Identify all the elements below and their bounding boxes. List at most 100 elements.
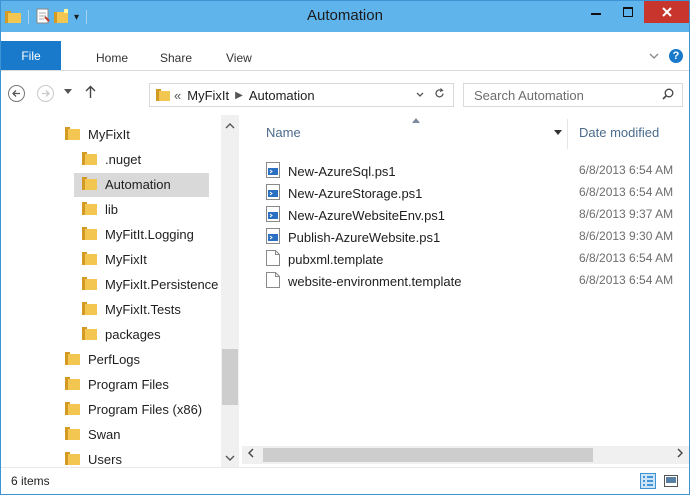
- ribbon-controls: ?: [649, 48, 683, 63]
- search-input[interactable]: Search Automation: [463, 83, 683, 107]
- expand-ribbon-icon[interactable]: [649, 48, 659, 63]
- folder-icon: [82, 176, 97, 193]
- tree-item[interactable]: Swan: [65, 423, 121, 445]
- powershell-script-icon: [266, 161, 280, 181]
- column-header-date-modified[interactable]: Date modified: [579, 125, 659, 140]
- tab-share[interactable]: Share: [160, 51, 192, 65]
- close-icon: [661, 7, 672, 17]
- folder-icon: [82, 251, 97, 268]
- breadcrumb: « MyFixIt ▶ Automation: [150, 88, 416, 103]
- folder-icon: [65, 426, 80, 443]
- maximize-button[interactable]: [613, 1, 643, 23]
- navigation-pane-scrollbar[interactable]: [221, 115, 239, 467]
- file-row[interactable]: New-AzureSql.ps1: [266, 160, 396, 182]
- folder-icon: [65, 401, 80, 418]
- file-row[interactable]: website-environment.template: [266, 270, 461, 292]
- file-date-modified: 8/6/2013 9:37 AM: [579, 207, 674, 221]
- large-icons-view-button[interactable]: [663, 473, 679, 489]
- tree-item[interactable]: Automation: [74, 173, 209, 197]
- tree-item-label: MyFitIt.Logging: [105, 226, 194, 242]
- tree-item-label: PerfLogs: [88, 351, 141, 367]
- tree-item[interactable]: MyFixIt: [65, 123, 130, 145]
- file-row[interactable]: Publish-AzureWebsite.ps1: [266, 226, 440, 248]
- back-button[interactable]: [8, 85, 25, 102]
- up-arrow-icon: [85, 85, 96, 98]
- tab-home[interactable]: Home: [96, 51, 128, 65]
- tree-item[interactable]: Program Files: [65, 373, 169, 395]
- breadcrumb-chevron-icon[interactable]: ▶: [235, 90, 243, 101]
- help-button[interactable]: ?: [669, 48, 683, 63]
- tree-item-label: MyFixIt: [105, 251, 147, 267]
- file-date-modified: 6/8/2013 6:54 AM: [579, 251, 674, 265]
- file-date-modified: 6/8/2013 6:54 AM: [579, 163, 674, 177]
- blank-file-icon: [266, 271, 280, 291]
- folder-icon: [82, 226, 97, 243]
- close-button[interactable]: [644, 1, 689, 23]
- folder-icon: [82, 276, 97, 293]
- forward-arrow-icon: [42, 90, 50, 97]
- blank-file-icon: [266, 249, 280, 269]
- tree-item[interactable]: Program Files (x86): [65, 398, 202, 420]
- explorer-window: ▾ Automation File Home Share View ? « My…: [0, 0, 690, 495]
- scroll-down-icon[interactable]: [225, 453, 235, 464]
- folder-icon: [82, 201, 97, 218]
- up-button[interactable]: [85, 85, 96, 101]
- tab-view[interactable]: View: [226, 51, 252, 65]
- tree-item-label: .nuget: [105, 151, 142, 167]
- recent-locations-icon[interactable]: [64, 86, 72, 98]
- details-view-button[interactable]: [640, 473, 656, 489]
- tree-item[interactable]: MyFitIt.Logging: [82, 223, 194, 245]
- tree-item-label: lib: [105, 201, 119, 217]
- status-bar: 6 items: [1, 467, 689, 494]
- file-row[interactable]: New-AzureStorage.ps1: [266, 182, 422, 204]
- scroll-up-icon[interactable]: [225, 121, 235, 132]
- tree-item[interactable]: MyFixIt.Persistence: [82, 273, 218, 295]
- tree-item[interactable]: lib: [82, 198, 118, 220]
- back-arrow-icon: [12, 90, 20, 97]
- title-bar: ▾ Automation: [1, 1, 689, 32]
- file-row[interactable]: pubxml.template: [266, 248, 383, 270]
- folder-icon: [82, 326, 97, 343]
- tree-item[interactable]: PerfLogs: [65, 348, 140, 370]
- tree-item-label: Program Files (x86): [88, 401, 203, 417]
- folder-icon: [65, 451, 80, 468]
- column-header-name[interactable]: Name: [266, 125, 301, 140]
- tab-file[interactable]: File: [1, 41, 61, 70]
- sort-ascending-icon: [412, 115, 420, 125]
- search-icon[interactable]: [662, 88, 674, 103]
- file-name: website-environment.template: [288, 273, 462, 289]
- tree-item-label: Swan: [88, 426, 121, 442]
- file-row[interactable]: New-AzureWebsiteEnv.ps1: [266, 204, 445, 226]
- powershell-script-icon: [266, 205, 280, 225]
- tree-item-label: Automation: [105, 176, 171, 192]
- breadcrumb-myfixit[interactable]: MyFixIt: [187, 88, 229, 103]
- tree-item[interactable]: MyFixIt: [82, 248, 147, 270]
- scrollbar-thumb[interactable]: [222, 349, 238, 405]
- tree-item-label: MyFixIt: [88, 126, 130, 142]
- file-name: Publish-AzureWebsite.ps1: [288, 229, 441, 245]
- address-history-icon[interactable]: [416, 89, 424, 101]
- forward-button[interactable]: [37, 85, 54, 102]
- minimize-button[interactable]: [581, 1, 611, 23]
- tree-item[interactable]: .nuget: [82, 148, 141, 170]
- tree-item-label: Program Files: [88, 376, 169, 392]
- scroll-left-icon[interactable]: [248, 448, 254, 461]
- tree-item-label: MyFixIt.Tests: [105, 301, 181, 317]
- column-filter-dropdown-icon[interactable]: [554, 127, 562, 138]
- address-bar[interactable]: « MyFixIt ▶ Automation: [149, 83, 454, 107]
- file-name: New-AzureStorage.ps1: [288, 185, 423, 201]
- tree-item-label: packages: [105, 326, 161, 342]
- large-icons-view-icon: [664, 475, 678, 487]
- tree-item[interactable]: MyFixIt.Tests: [82, 298, 181, 320]
- tree-item[interactable]: packages: [82, 323, 161, 345]
- folder-icon: [65, 376, 80, 393]
- ribbon: File Home Share View ?: [1, 32, 689, 71]
- refresh-icon[interactable]: [434, 88, 445, 102]
- breadcrumb-overflow[interactable]: «: [174, 88, 181, 103]
- breadcrumb-automation[interactable]: Automation: [249, 88, 315, 103]
- scrollbar-thumb[interactable]: [263, 448, 593, 462]
- scroll-right-icon[interactable]: [677, 448, 683, 461]
- column-divider[interactable]: [567, 119, 568, 149]
- folder-icon: [156, 88, 170, 104]
- file-list-horizontal-scrollbar[interactable]: [242, 446, 689, 464]
